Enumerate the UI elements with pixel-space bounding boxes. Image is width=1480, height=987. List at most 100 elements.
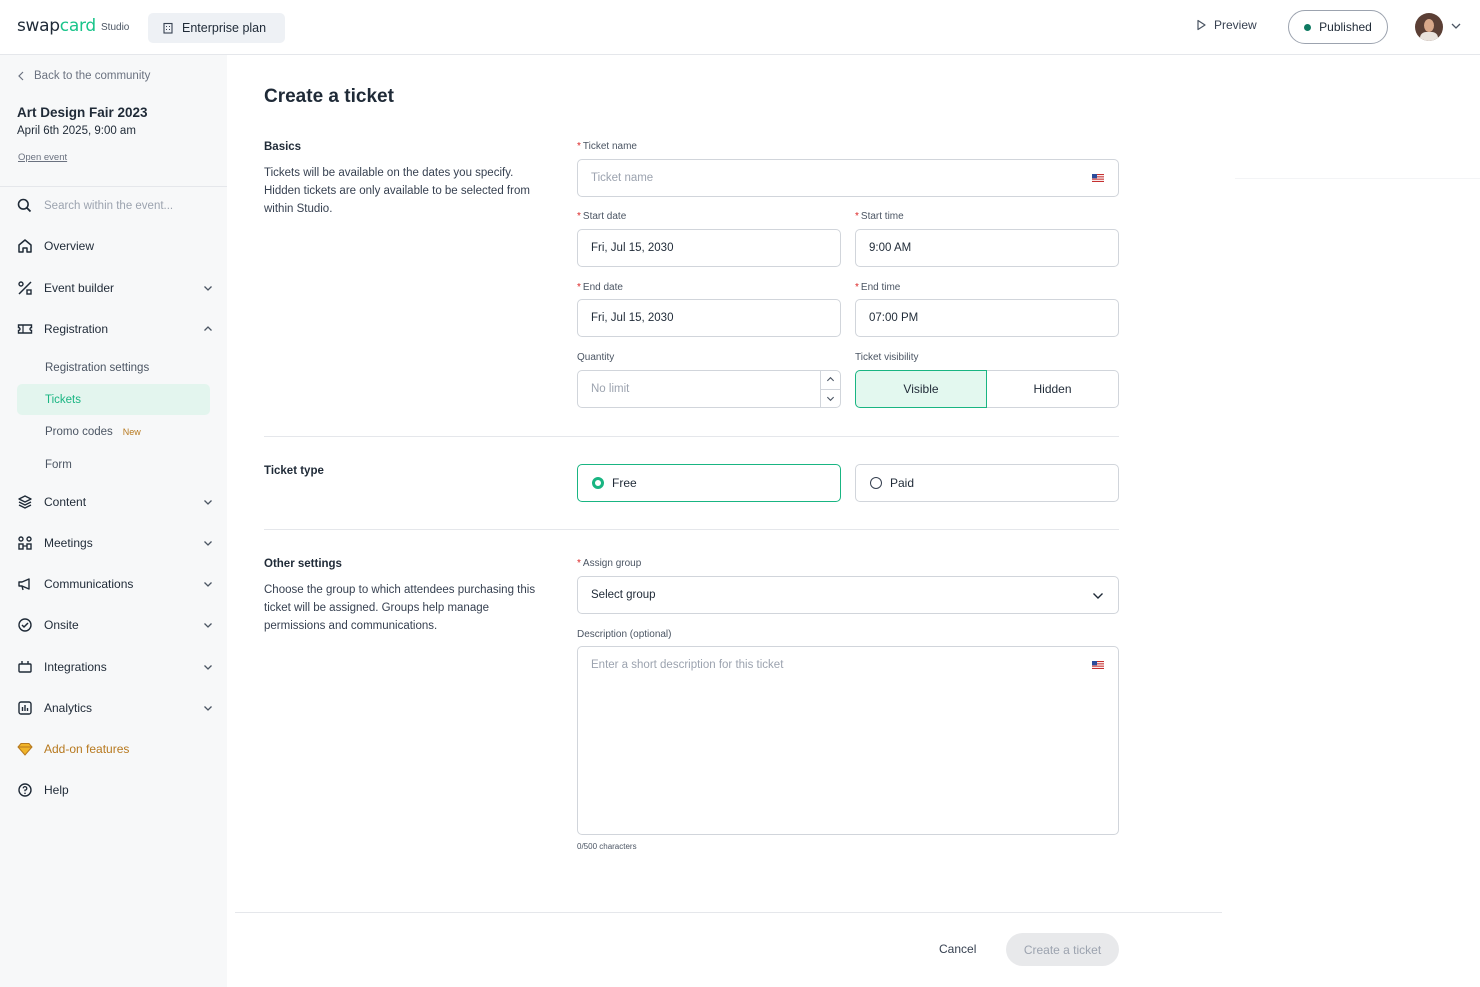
right-panel-divider — [1235, 178, 1480, 179]
cancel-button[interactable]: Cancel — [939, 942, 976, 956]
description-label: Description (optional) — [577, 629, 672, 640]
quantity-stepper[interactable]: No limit — [577, 370, 841, 408]
other-settings-title: Other settings — [264, 558, 342, 570]
status-dot — [1304, 23, 1312, 31]
chart-icon — [18, 701, 32, 715]
building-icon — [163, 22, 173, 34]
sidebar-subitem-promo-codes[interactable]: Promo codes New — [17, 416, 210, 447]
published-status-button[interactable]: Published — [1288, 10, 1388, 44]
sidebar-subitem-registration-settings[interactable]: Registration settings — [17, 352, 210, 383]
paid-label: Paid — [890, 476, 915, 490]
ticket-visibility-label: Ticket visibility — [855, 352, 919, 363]
create-ticket-button[interactable]: Create a ticket — [1006, 933, 1119, 966]
decrement-button[interactable] — [821, 390, 840, 408]
subitem-label: Tickets — [45, 393, 81, 406]
us-flag-icon[interactable] — [1092, 661, 1104, 669]
event-title: Art Design Fair 2023 — [17, 105, 148, 120]
sidebar-item-registration[interactable]: Registration — [17, 321, 213, 337]
us-flag-icon[interactable] — [1092, 174, 1104, 182]
visibility-visible-option[interactable]: Visible — [855, 370, 987, 408]
ticket-name-placeholder: Ticket name — [591, 172, 654, 184]
ticket-type-free-option[interactable]: Free — [577, 464, 841, 502]
chevron-up-icon — [204, 326, 212, 331]
end-time-input[interactable]: 07:00 PM — [855, 299, 1119, 337]
footer-divider — [235, 912, 1222, 913]
end-date-input[interactable]: Fri, Jul 15, 2030 — [577, 299, 841, 337]
page-title: Create a ticket — [264, 86, 394, 107]
user-avatar[interactable] — [1415, 13, 1443, 41]
chevron-down-icon[interactable] — [1450, 20, 1462, 32]
radio-unselected-icon — [870, 477, 882, 489]
chevron-down-icon — [826, 396, 835, 401]
start-date-input[interactable]: Fri, Jul 15, 2030 — [577, 229, 841, 267]
chevron-down-icon — [204, 706, 212, 711]
other-settings-description: Choose the group to which attendees purc… — [264, 584, 536, 632]
open-event-link[interactable]: Open event — [18, 152, 67, 163]
sidebar-item-analytics[interactable]: Analytics — [17, 700, 213, 716]
preview-button[interactable]: Preview — [1195, 18, 1257, 32]
end-date-value: Fri, Jul 15, 2030 — [591, 312, 674, 324]
search-placeholder: Search within the event... — [44, 199, 174, 212]
assign-group-value: Select group — [591, 589, 656, 601]
back-label: Back to the community — [34, 70, 151, 82]
assign-group-select[interactable]: Select group — [577, 576, 1119, 614]
badge-check-icon — [18, 618, 32, 632]
meetings-icon — [18, 536, 32, 550]
sidebar-item-label: Content — [44, 495, 87, 509]
basics-title: Basics — [264, 141, 302, 153]
sidebar-item-label: Communications — [44, 577, 134, 591]
free-label: Free — [612, 476, 637, 490]
search-icon — [17, 198, 32, 213]
increment-button[interactable] — [821, 371, 840, 390]
quantity-label: Quantity — [577, 352, 615, 363]
sidebar-item-help[interactable]: Help — [17, 782, 213, 798]
ticket-type-title: Ticket type — [264, 465, 324, 477]
sidebar-item-label: Overview — [44, 239, 95, 253]
sidebar-item-content[interactable]: Content — [17, 494, 213, 510]
sidebar-subitem-form[interactable]: Form — [17, 449, 210, 480]
enterprise-plan-button[interactable]: Enterprise plan — [148, 13, 285, 43]
sidebar: Back to the community Art Design Fair 20… — [0, 55, 227, 987]
sidebar-item-label: Meetings — [44, 536, 93, 550]
sidebar-item-meetings[interactable]: Meetings — [17, 535, 213, 551]
start-time-value: 9:00 AM — [869, 242, 912, 254]
hidden-label: Hidden — [1033, 382, 1072, 396]
basics-description: Tickets will be available on the dates y… — [264, 167, 530, 215]
sidebar-item-addon-features[interactable]: Add-on features — [17, 741, 213, 757]
sidebar-subitem-tickets[interactable]: Tickets — [17, 384, 210, 415]
megaphone-icon — [18, 578, 30, 591]
chevron-left-icon — [18, 71, 24, 81]
new-badge: New — [122, 426, 141, 437]
radio-selected-icon — [592, 477, 604, 489]
sidebar-item-overview[interactable]: Overview — [17, 238, 213, 254]
sidebar-item-event-builder[interactable]: Event builder — [17, 280, 213, 296]
start-date-value: Fri, Jul 15, 2030 — [591, 242, 674, 254]
chevron-up-icon — [826, 377, 835, 382]
preview-label: Preview — [1214, 18, 1257, 32]
start-date-label: * Start date — [577, 211, 627, 222]
sidebar-item-label: Integrations — [44, 660, 107, 674]
sidebar-item-communications[interactable]: Communications — [17, 576, 213, 592]
top-bar: swapcard Studio Enterprise plan Preview … — [0, 0, 1480, 55]
diamond-icon — [17, 743, 33, 756]
description-textarea[interactable]: Enter a short description for this ticke… — [577, 646, 1119, 835]
swapcard-logo[interactable]: swapcard — [17, 16, 96, 36]
sidebar-search[interactable]: Search within the event... — [17, 198, 173, 213]
ticket-icon — [17, 324, 33, 334]
published-label: Published — [1319, 20, 1372, 34]
ticket-type-paid-option[interactable]: Paid — [855, 464, 1119, 502]
start-time-input[interactable]: 9:00 AM — [855, 229, 1119, 267]
chevron-down-icon — [204, 582, 212, 587]
help-icon — [18, 783, 32, 797]
ticket-name-input[interactable]: Ticket name — [577, 159, 1119, 197]
layers-icon — [18, 495, 32, 509]
play-icon — [1197, 19, 1206, 31]
plan-label: Enterprise plan — [182, 21, 267, 35]
sidebar-item-integrations[interactable]: Integrations — [17, 659, 213, 675]
chevron-down-icon — [204, 665, 212, 670]
visibility-hidden-option[interactable]: Hidden — [987, 370, 1119, 408]
end-time-value: 07:00 PM — [869, 312, 919, 324]
sidebar-item-onsite[interactable]: Onsite — [17, 617, 213, 633]
chevron-down-icon — [204, 541, 212, 546]
back-to-community-link[interactable]: Back to the community — [17, 70, 150, 82]
